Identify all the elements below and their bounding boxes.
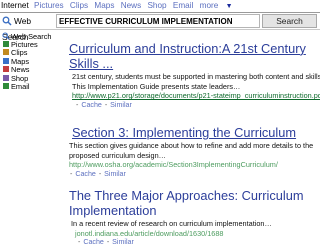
- result-link-separator: -: [104, 238, 112, 247]
- result-title-line-2[interactable]: Implementation: [69, 203, 303, 218]
- result-link-separator: -: [102, 100, 110, 109]
- sidebar-item-email[interactable]: Email: [2, 81, 60, 91]
- nav-clips[interactable]: Clips: [70, 1, 88, 10]
- similar-link[interactable]: Similar: [104, 170, 126, 178]
- similar-link[interactable]: Similar: [110, 101, 132, 109]
- result-item: Curriculum and Instruction:A 21st Centur…: [69, 41, 320, 110]
- result-snippet: proposed curriculum design…: [69, 150, 166, 160]
- news-icon: [3, 66, 9, 73]
- shop-icon: [3, 74, 9, 81]
- result-item: The Three Major Approaches: Curriculum I…: [69, 188, 303, 248]
- result-link-separator: -: [78, 238, 83, 247]
- cache-link[interactable]: Cache: [75, 170, 96, 178]
- sidebar: Web Search Pictures Clips Maps News Shop…: [2, 32, 60, 91]
- search-icon: [2, 32, 10, 40]
- similar-link[interactable]: Similar: [112, 238, 134, 246]
- nav-maps[interactable]: Maps: [94, 1, 114, 10]
- nav-shop[interactable]: Shop: [147, 1, 166, 10]
- cache-link[interactable]: Cache: [83, 238, 104, 246]
- top-navigation: Internet Pictures Clips Maps News Shop E…: [0, 0, 320, 11]
- nav-pictures[interactable]: Pictures: [34, 1, 64, 10]
- pictures-icon: [3, 41, 9, 47]
- result-links: - Cache - Similar: [69, 101, 320, 111]
- result-title-line-2[interactable]: Skills ...: [69, 56, 320, 71]
- result-link-separator: -: [76, 100, 81, 109]
- result-snippet: This Implementation Guide presents state…: [72, 81, 241, 91]
- search-input[interactable]: [56, 14, 260, 28]
- result-title[interactable]: Section 3: Implementing the Curriculum: [69, 125, 313, 140]
- result-title-line-1[interactable]: The Three Major Approaches: Curriculum: [69, 188, 303, 203]
- clips-icon: [3, 49, 9, 56]
- email-icon: [3, 82, 9, 89]
- search-bar: Web Search Search: [0, 12, 320, 42]
- result-link-separator: -: [96, 169, 104, 178]
- result-title-line-1[interactable]: Curriculum and Instruction:A 21st Centur…: [69, 41, 320, 56]
- cache-link[interactable]: Cache: [81, 101, 102, 109]
- nav-news[interactable]: News: [121, 1, 141, 10]
- search-icon: [2, 16, 12, 26]
- result-url[interactable]: http://www.p21.org/storage/documents/p21…: [69, 91, 320, 101]
- chevron-down-icon[interactable]: ▼: [226, 3, 233, 10]
- result-links: - Cache - Similar: [69, 170, 313, 180]
- result-link-separator: -: [70, 169, 75, 178]
- result-snippet: In a recent review of research on curric…: [71, 219, 272, 228]
- result-snippet: This section gives guidance about how to…: [69, 141, 314, 150]
- sidebar-item-label: Email: [11, 81, 30, 91]
- result-url[interactable]: http://www.osha.org/academic/Section3Imp…: [69, 160, 313, 170]
- search-button[interactable]: Search: [262, 14, 317, 28]
- nav-email[interactable]: Email: [173, 1, 193, 10]
- result-url[interactable]: jonotl.indiana.edu/article/download/1630…: [69, 229, 303, 239]
- result-item: Section 3: Implementing the Curriculum T…: [69, 125, 313, 179]
- result-snippet: 21st century, students must be supported…: [72, 72, 320, 81]
- maps-icon: [3, 57, 9, 64]
- nav-internet[interactable]: Internet: [1, 1, 29, 10]
- web-search-tab[interactable]: Web Search: [2, 13, 56, 42]
- nav-more[interactable]: more: [200, 1, 219, 10]
